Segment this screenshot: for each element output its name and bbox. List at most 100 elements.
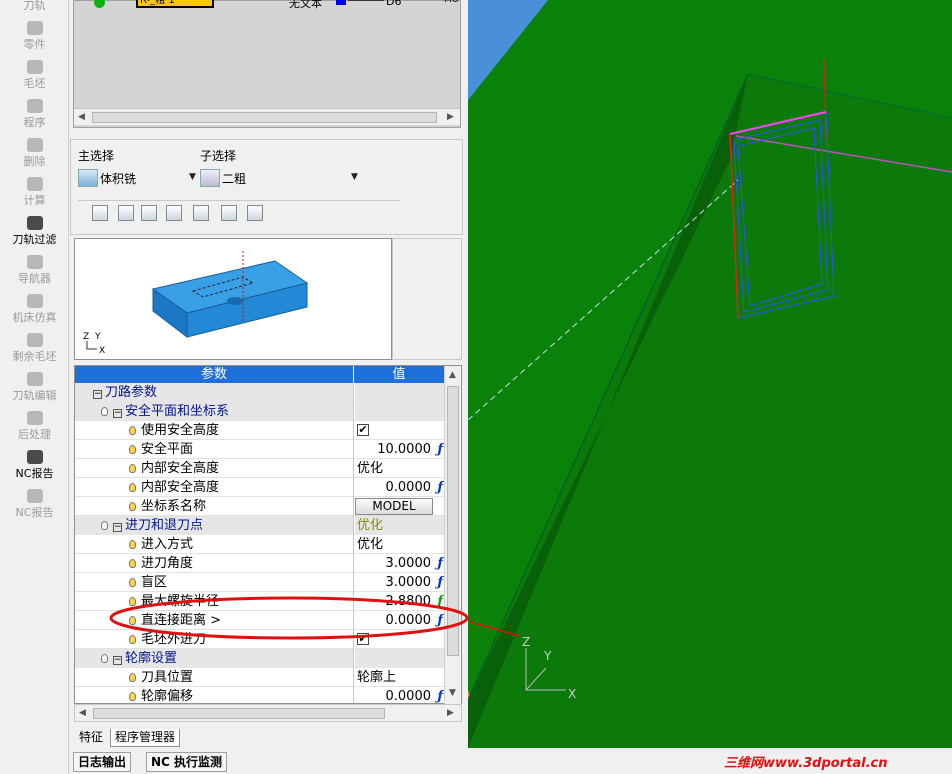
scroll-right-icon[interactable]: ▶ <box>447 708 454 718</box>
scroll-thumb[interactable] <box>93 708 385 719</box>
formula-icon[interactable]: ƒ <box>437 440 443 459</box>
param-number[interactable]: 0.0000 <box>386 478 432 497</box>
tool-library-icon[interactable] <box>221 205 237 221</box>
param-value-cell[interactable]: 10.0000 ƒ <box>355 440 445 459</box>
param-number[interactable]: 0.0000 <box>386 687 432 703</box>
toolbar-item-7[interactable]: 导航器 <box>0 251 69 290</box>
formula-icon[interactable]: ƒ <box>437 478 443 497</box>
collapse-icon[interactable]: − <box>93 390 102 399</box>
formula-icon[interactable]: ƒ <box>437 554 443 573</box>
param-row[interactable]: 刀具位置 轮廓上 <box>75 668 445 687</box>
param-text-value[interactable]: 优化 <box>355 518 383 533</box>
tab-program-manager[interactable]: 程序管理器 <box>110 729 181 747</box>
toolbar-item-3[interactable]: 程序 <box>0 95 69 134</box>
new-operation-icon[interactable] <box>92 205 108 221</box>
top-list-hscroll[interactable]: ◀ ▶ <box>74 108 460 125</box>
param-row[interactable]: 进刀角度 3.0000 ƒ <box>75 554 445 573</box>
param-checkbox[interactable]: ✔ <box>357 424 369 436</box>
toolpath-row-label[interactable]: R-_粗 1 <box>136 0 214 8</box>
param-value-cell[interactable]: 优化 <box>355 535 445 554</box>
toolbar-item-4[interactable]: 删除 <box>0 134 69 173</box>
param-row[interactable]: 坐标系名称 MODEL <box>75 497 445 516</box>
formula-icon[interactable]: ƒ <box>437 573 443 592</box>
param-number[interactable]: 10.0000 <box>377 440 431 459</box>
3d-viewport[interactable]: Z Y X <box>468 0 952 748</box>
param-row[interactable]: 毛坯外进刀 ✔ <box>75 630 445 649</box>
param-number[interactable]: 3.0000 <box>386 554 432 573</box>
param-value-cell[interactable]: 0.0000 ƒ <box>355 687 445 703</box>
scroll-right-icon[interactable]: ▶ <box>447 112 454 122</box>
tab-feature[interactable]: 特征 <box>75 729 107 747</box>
param-row[interactable]: − 进刀和退刀点 优化 <box>75 516 445 535</box>
param-value-cell[interactable]: 0.0000 ƒ <box>355 611 445 630</box>
log-output-button[interactable]: 日志输出 <box>73 752 132 772</box>
toolbar-item-6[interactable]: 刀轨过滤 <box>0 212 69 251</box>
save-template-icon[interactable] <box>166 205 182 221</box>
param-value-cell[interactable]: 优化 <box>355 516 445 535</box>
scroll-left-icon[interactable]: ◀ <box>78 112 85 122</box>
toolbar-item-0[interactable]: 刀轨 <box>0 0 69 17</box>
toolbar-item-9[interactable]: 剩余毛坯 <box>0 329 69 368</box>
coordinate-system-button[interactable]: MODEL <box>355 498 433 515</box>
param-text-value[interactable]: 优化 <box>355 537 383 552</box>
scroll-left-icon[interactable]: ◀ <box>79 708 86 718</box>
toolbar-item-5[interactable]: 计算 <box>0 173 69 212</box>
param-text-value[interactable]: 轮廓上 <box>355 670 396 685</box>
param-row[interactable]: 直连接距离 > 0.0000 ƒ <box>75 611 445 630</box>
param-checkbox[interactable]: ✔ <box>357 633 369 645</box>
collapse-icon[interactable]: − <box>113 523 122 532</box>
toolbar-item-10[interactable]: 刀轨编辑 <box>0 368 69 407</box>
scroll-down-icon[interactable]: ▼ <box>449 688 456 698</box>
param-value-cell[interactable]: ✔ <box>355 630 445 649</box>
param-value-cell[interactable]: 轮廓上 <box>355 668 445 687</box>
toolbar-item-2[interactable]: 毛坯 <box>0 56 69 95</box>
param-number[interactable]: 3.0000 <box>386 573 432 592</box>
formula-icon[interactable]: ƒ <box>437 592 443 611</box>
param-row[interactable]: 轮廓偏移 0.0000 ƒ <box>75 687 445 703</box>
param-row[interactable]: 安全平面 10.0000 ƒ <box>75 440 445 459</box>
param-number[interactable]: 2.8800 <box>386 592 432 611</box>
main-select-combo[interactable]: 体积铣 ▼ <box>78 167 196 189</box>
sub-select-combo[interactable]: 二粗 ▼ <box>200 167 358 189</box>
toolbar-item-12[interactable]: NC报告 <box>0 446 69 485</box>
param-row[interactable]: 最大螺旋半径 2.8800 ƒ <box>75 592 445 611</box>
param-value-cell[interactable]: 3.0000 ƒ <box>355 554 445 573</box>
collapse-icon[interactable]: − <box>113 409 122 418</box>
param-value-cell[interactable]: ✔ <box>355 421 445 440</box>
formula-icon[interactable]: ƒ <box>437 687 443 703</box>
toolbar-item-8[interactable]: 机床仿真 <box>0 290 69 329</box>
nc-monitor-button[interactable]: NC 执行监测 <box>146 752 228 772</box>
toolbar-item-11[interactable]: 后处理 <box>0 407 69 446</box>
chevron-down-icon[interactable]: ▼ <box>351 172 358 182</box>
scroll-up-icon[interactable]: ▲ <box>449 370 456 380</box>
param-value-cell[interactable]: 2.8800 ƒ <box>355 592 445 611</box>
scroll-thumb[interactable] <box>92 112 437 123</box>
param-row[interactable]: 进入方式 优化 <box>75 535 445 554</box>
param-row[interactable]: 使用安全高度 ✔ <box>75 421 445 440</box>
param-row[interactable]: 内部安全高度 0.0000 ƒ <box>75 478 445 497</box>
param-row[interactable]: − 刀路参数 <box>75 383 445 402</box>
scroll-thumb[interactable] <box>447 386 459 656</box>
export-icon[interactable] <box>247 205 263 221</box>
param-row[interactable]: − 轮廓设置 <box>75 649 445 668</box>
param-value-cell[interactable]: 优化 <box>355 459 445 478</box>
param-text-value[interactable]: 优化 <box>355 461 383 476</box>
param-number[interactable]: 0.0000 <box>386 611 432 630</box>
param-value-cell[interactable]: 3.0000 ƒ <box>355 573 445 592</box>
collapse-icon[interactable]: − <box>113 656 122 665</box>
param-name: 轮廓设置 <box>125 651 178 666</box>
toolbar-item-13[interactable]: NC报告 <box>0 485 69 524</box>
parameter-hscroll[interactable]: ◀ ▶ <box>74 704 462 722</box>
copy-operation-icon[interactable] <box>118 205 134 221</box>
param-row[interactable]: 内部安全高度 优化 <box>75 459 445 478</box>
load-template-icon[interactable] <box>193 205 209 221</box>
param-value-cell[interactable]: 0.0000 ƒ <box>355 478 445 497</box>
param-row[interactable]: − 安全平面和坐标系 <box>75 402 445 421</box>
formula-icon[interactable]: ƒ <box>437 611 443 630</box>
param-row[interactable]: 盲区 3.0000 ƒ <box>75 573 445 592</box>
chevron-down-icon[interactable]: ▼ <box>189 172 196 182</box>
toolbar-item-1[interactable]: 零件 <box>0 17 69 56</box>
parameter-vscroll[interactable]: ▲ ▼ <box>444 366 461 704</box>
tool-params-icon[interactable] <box>141 205 157 221</box>
param-value-cell[interactable]: MODEL <box>355 497 445 516</box>
